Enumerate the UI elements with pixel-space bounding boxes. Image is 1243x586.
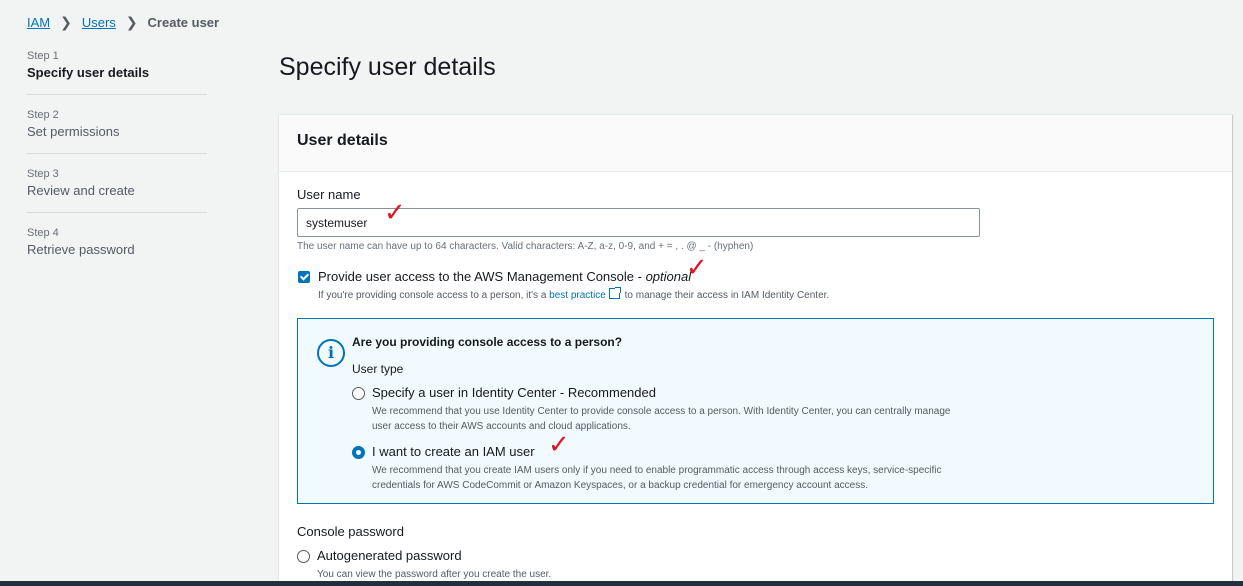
- step-number: Step 3: [27, 168, 59, 180]
- iam-user-radio[interactable]: [352, 446, 365, 459]
- annotation-checkmark: ✓: [384, 198, 406, 228]
- optional-label: optional: [645, 269, 692, 284]
- identity-center-radio[interactable]: [352, 387, 365, 400]
- breadcrumb: IAM ❯ Users ❯ Create user: [27, 14, 219, 31]
- radio-description: You can view the password after you crea…: [317, 569, 552, 580]
- user-type-option-iam-user[interactable]: I want to create an IAM user We recommen…: [352, 444, 1195, 493]
- radio-label[interactable]: I want to create an IAM user: [372, 444, 972, 459]
- step-name: Specify user details: [27, 65, 150, 80]
- console-access-option: Provide user access to the AWS Managemen…: [297, 269, 1214, 301]
- console-access-description: If you're providing console access to a …: [318, 287, 830, 301]
- autogenerated-password-radio[interactable]: [297, 550, 310, 563]
- annotation-checkmark: ✓: [548, 430, 570, 460]
- wizard-step-1: Step 1 Specify user details: [27, 50, 207, 95]
- breadcrumb-users-link[interactable]: Users: [82, 15, 116, 30]
- console-password-label: Console password: [297, 524, 404, 539]
- panel-body: User name The user name can have up to 6…: [279, 172, 1232, 586]
- console-access-info-box: i Are you providing console access to a …: [297, 318, 1214, 504]
- info-title: Are you providing console access to a pe…: [352, 335, 623, 349]
- user-type-label: User type: [352, 362, 404, 376]
- page-title: Specify user details: [279, 53, 496, 81]
- step-number: Step 2: [27, 109, 59, 121]
- wizard-step-3: Step 3 Review and create: [27, 168, 207, 213]
- username-label: User name: [297, 187, 361, 202]
- step-name: Review and create: [27, 183, 135, 198]
- radio-description: We recommend that you create IAM users o…: [372, 465, 942, 491]
- user-details-panel: User details User name The user name can…: [279, 114, 1232, 586]
- step-name: Retrieve password: [27, 242, 135, 257]
- external-link-icon: [608, 287, 621, 299]
- console-access-label[interactable]: Provide user access to the AWS Managemen…: [318, 269, 829, 284]
- breadcrumb-iam-link[interactable]: IAM: [27, 15, 50, 30]
- panel-header: User details: [279, 115, 1232, 172]
- panel-title: User details: [297, 132, 388, 149]
- bottom-bar: [0, 581, 1243, 586]
- annotation-checkmark: ✓: [686, 253, 708, 283]
- info-icon: i: [317, 339, 345, 367]
- wizard-step-2: Step 2 Set permissions: [27, 109, 207, 154]
- step-number: Step 1: [27, 50, 59, 62]
- user-type-option-identity-center[interactable]: Specify a user in Identity Center - Reco…: [352, 385, 1195, 434]
- chevron-right-icon: ❯: [60, 14, 72, 30]
- radio-description: We recommend that you use Identity Cente…: [372, 406, 951, 432]
- step-name: Set permissions: [27, 124, 120, 139]
- console-access-checkbox[interactable]: [298, 271, 310, 283]
- step-number: Step 4: [27, 227, 59, 239]
- breadcrumb-current: Create user: [147, 15, 220, 30]
- username-hint: The user name can have up to 64 characte…: [297, 241, 754, 252]
- password-option-autogenerated[interactable]: Autogenerated password You can view the …: [297, 548, 1214, 582]
- radio-label[interactable]: Autogenerated password: [317, 548, 551, 563]
- wizard-step-4: Step 4 Retrieve password: [27, 227, 207, 271]
- wizard-steps: Step 1 Specify user details Step 2 Set p…: [27, 50, 207, 285]
- radio-label[interactable]: Specify a user in Identity Center - Reco…: [372, 385, 972, 400]
- best-practice-link[interactable]: best practice: [549, 290, 606, 301]
- chevron-right-icon: ❯: [125, 14, 138, 30]
